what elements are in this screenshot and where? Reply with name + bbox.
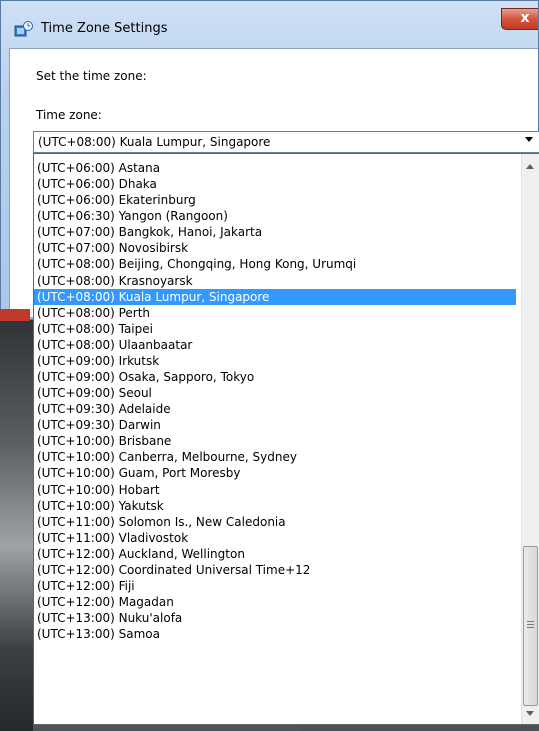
close-button[interactable]: x bbox=[501, 8, 538, 30]
time-zone-options: (UTC+06:00) Astana (UTC+06:00) Dhaka (UTC+… bbox=[34, 160, 516, 642]
time-zone-dropdown-list[interactable]: (UTC+06:00) Astana (UTC+06:00) Dhaka (UTC+… bbox=[33, 153, 539, 725]
grip-line bbox=[527, 627, 534, 628]
combobox-value: (UTC+08:00) Kuala Lumpur, Singapore bbox=[38, 135, 271, 149]
clock-globe-icon bbox=[14, 21, 33, 37]
list-item[interactable]: (UTC+09:00) Osaka, Sapporo, Tokyo bbox=[34, 369, 516, 385]
list-item[interactable]: (UTC+10:00) Guam, Port Moresby bbox=[34, 465, 516, 481]
list-item[interactable]: (UTC+08:00) Ulaanbaatar bbox=[34, 337, 516, 353]
list-item[interactable]: (UTC+11:00) Vladivostok bbox=[34, 530, 516, 546]
list-item[interactable]: (UTC+10:00) Canberra, Melbourne, Sydney bbox=[34, 449, 516, 465]
title-bar[interactable]: Time Zone Settings x bbox=[1, 1, 538, 47]
list-item[interactable]: (UTC+06:00) Astana bbox=[34, 160, 516, 176]
close-icon: x bbox=[520, 10, 530, 26]
arrow-down-icon[interactable] bbox=[526, 711, 534, 716]
list-item[interactable]: (UTC+12:00) Fiji bbox=[34, 578, 516, 594]
list-item[interactable]: (UTC+09:30) Adelaide bbox=[34, 401, 516, 417]
list-item[interactable]: (UTC+06:00) Dhaka bbox=[34, 176, 516, 192]
window-title: Time Zone Settings bbox=[41, 21, 168, 36]
list-item[interactable]: (UTC+08:00) Beijing, Chongqing, Hong Kon… bbox=[34, 256, 516, 272]
chevron-down-icon[interactable] bbox=[525, 137, 533, 142]
list-item[interactable]: (UTC+06:00) Ekaterinburg bbox=[34, 192, 516, 208]
scrollbar-thumb[interactable] bbox=[523, 546, 538, 706]
list-item[interactable]: (UTC+09:00) Irkutsk bbox=[34, 353, 516, 369]
desktop-wallpaper-left bbox=[0, 320, 33, 731]
list-item[interactable]: (UTC+06:30) Yangon (Rangoon) bbox=[34, 208, 516, 224]
list-item[interactable]: (UTC+09:30) Darwin bbox=[34, 417, 516, 433]
list-item[interactable]: (UTC+08:00) Krasnoyarsk bbox=[34, 273, 516, 289]
list-item[interactable]: (UTC+10:00) Brisbane bbox=[34, 433, 516, 449]
list-item[interactable]: (UTC+08:00) Perth bbox=[34, 305, 516, 321]
list-item[interactable]: (UTC+12:00) Coordinated Universal Time+1… bbox=[34, 562, 516, 578]
list-item[interactable]: (UTC+09:00) Seoul bbox=[34, 385, 516, 401]
set-time-zone-label: Set the time zone: bbox=[36, 69, 147, 83]
list-item[interactable]: (UTC+10:00) Hobart bbox=[34, 482, 516, 498]
list-item[interactable]: (UTC+07:00) Bangkok, Hanoi, Jakarta bbox=[34, 224, 516, 240]
grip-line bbox=[527, 624, 534, 625]
list-item[interactable]: (UTC+08:00) Taipei bbox=[34, 321, 516, 337]
list-item[interactable]: (UTC+12:00) Auckland, Wellington bbox=[34, 546, 516, 562]
list-item[interactable]: (UTC+07:00) Novosibirsk bbox=[34, 240, 516, 256]
grip-line bbox=[527, 621, 534, 622]
list-item-selected[interactable]: (UTC+08:00) Kuala Lumpur, Singapore bbox=[34, 288, 516, 305]
red-accent-strip bbox=[0, 309, 30, 321]
list-item[interactable]: (UTC+11:00) Solomon Is., New Caledonia bbox=[34, 514, 516, 530]
arrow-up-icon[interactable] bbox=[526, 164, 534, 169]
time-zone-combobox[interactable]: (UTC+08:00) Kuala Lumpur, Singapore bbox=[33, 131, 539, 153]
time-zone-label: Time zone: bbox=[36, 108, 102, 122]
dropdown-scrollbar[interactable] bbox=[521, 154, 539, 724]
list-item[interactable]: (UTC+12:00) Magadan bbox=[34, 594, 516, 610]
list-item[interactable]: (UTC+13:00) Samoa bbox=[34, 626, 516, 642]
list-item[interactable]: (UTC+13:00) Nuku'alofa bbox=[34, 610, 516, 626]
list-item[interactable]: (UTC+10:00) Yakutsk bbox=[34, 498, 516, 514]
